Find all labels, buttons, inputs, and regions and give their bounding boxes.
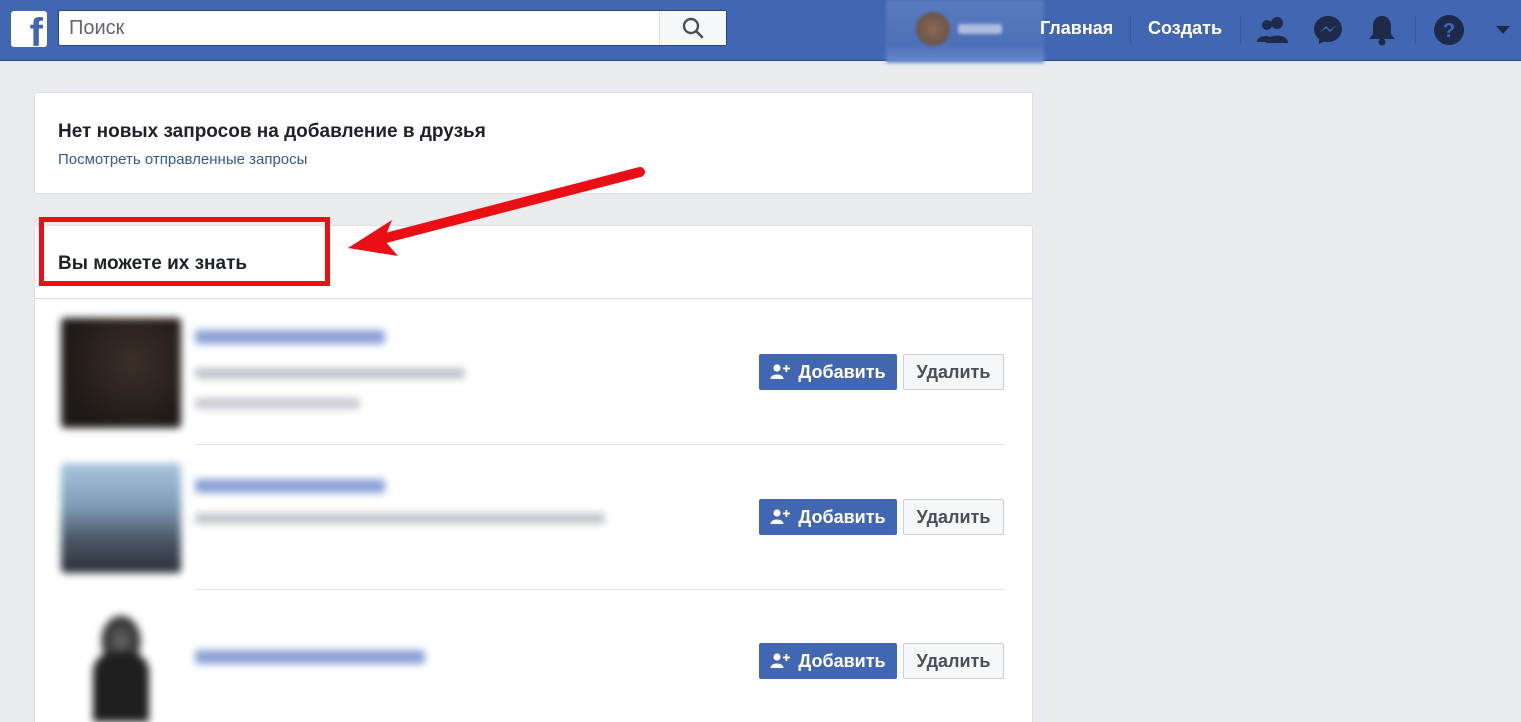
notifications-icon[interactable] [1365,13,1399,47]
remove-button[interactable]: Удалить [903,643,1004,679]
person-name-blurred[interactable] [195,650,425,664]
view-sent-requests-link[interactable]: Посмотреть отправленные запросы [58,151,307,168]
annotation-highlight-box [39,217,330,286]
list-item: Добавить Удалить [35,590,1032,722]
add-button-label: Добавить [798,506,886,527]
remove-button[interactable]: Удалить [903,354,1004,390]
blurred-person-info [35,590,655,722]
avatar[interactable] [61,463,181,573]
remove-button[interactable]: Удалить [903,499,1004,535]
account-menu-icon[interactable] [1486,13,1520,47]
facebook-logo[interactable]: f [11,11,47,47]
blurred-person-info [35,445,655,590]
avatar [916,12,950,46]
help-icon[interactable]: ? [1432,13,1466,47]
avatar[interactable] [61,318,181,428]
top-navigation-bar: f Главная Создать [0,0,1521,63]
profile-name-blurred [958,24,1002,34]
add-friend-button[interactable]: Добавить [759,643,897,679]
add-button-label: Добавить [798,650,886,671]
nav-create-link[interactable]: Создать [1148,18,1222,39]
person-details-blurred [195,368,465,379]
svg-text:?: ? [1443,20,1455,42]
list-item: Добавить Удалить [35,300,1032,445]
remove-button-label: Удалить [916,361,991,382]
list-item: Добавить Удалить [35,445,1032,590]
search-box [58,10,727,46]
nav-home-link[interactable]: Главная [1040,18,1113,39]
friend-requests-card: Нет новых запросов на добавление в друзь… [34,92,1033,194]
person-details-blurred [195,513,605,524]
add-friend-icon [770,364,791,379]
messenger-icon[interactable] [1311,13,1345,47]
person-details-blurred [195,398,360,409]
person-name-blurred[interactable] [195,330,385,344]
search-input[interactable] [59,11,659,45]
search-button[interactable] [659,11,726,45]
facebook-logo-letter: f [29,11,43,47]
no-requests-title: Нет новых запросов на добавление в друзь… [58,121,486,142]
add-friend-icon [770,653,791,668]
remove-button-label: Удалить [916,506,991,527]
avatar[interactable] [61,608,181,722]
profile-link-blurred[interactable] [886,0,1044,63]
nav-divider [1240,16,1241,44]
remove-button-label: Удалить [916,650,991,671]
nav-divider [1415,16,1416,44]
add-button-label: Добавить [798,361,886,382]
friends-icon[interactable] [1256,13,1290,47]
nav-divider [1130,16,1131,44]
blurred-person-info [35,300,655,445]
add-friend-button[interactable]: Добавить [759,499,897,535]
people-you-may-know-card: Вы можете их знать Добавить Удалить Доба… [34,225,1033,722]
add-friend-icon [770,509,791,524]
add-friend-button[interactable]: Добавить [759,354,897,390]
person-name-blurred[interactable] [195,479,385,493]
search-icon [682,17,704,39]
